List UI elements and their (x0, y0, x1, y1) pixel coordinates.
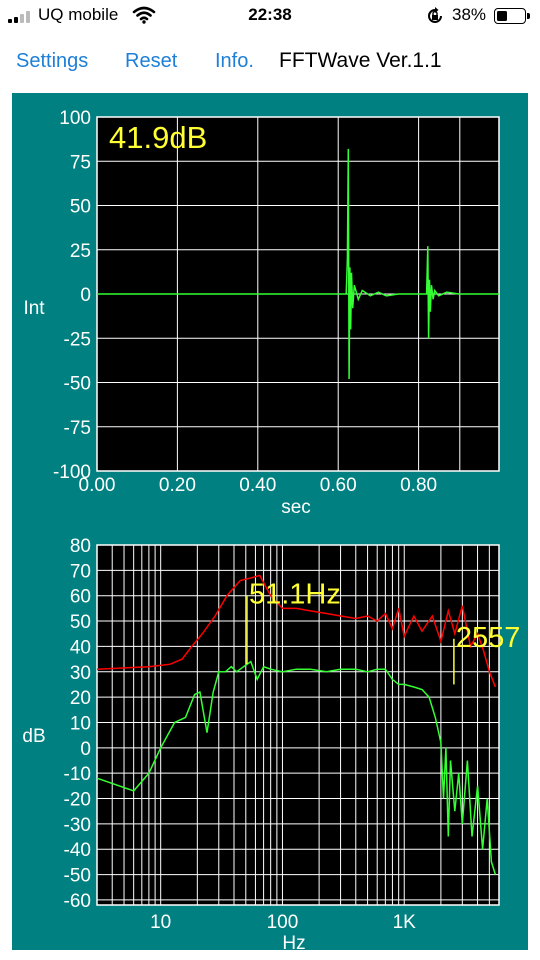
fft-y-tick-label: 60 (70, 587, 91, 608)
wave-x-tick-label: 0.60 (320, 475, 357, 496)
wave-y-tick-label: -50 (64, 374, 91, 395)
fft-y-tick-label: -60 (64, 891, 91, 912)
fft-x-axis-label: Hz (282, 933, 305, 950)
status-bar: UQ mobile 22:38 38% (0, 0, 540, 32)
fft-x-tick-label: 10 (150, 912, 171, 933)
fft-x-tick-label: 100 (267, 912, 299, 933)
fft-y-tick-label: -10 (64, 764, 91, 785)
fft-y-tick-label: -30 (64, 815, 91, 836)
fft-y-tick-label: -50 (64, 866, 91, 887)
fft-y-tick-label: 10 (70, 713, 91, 734)
spectrum-chart: 80706050403020100-10-20-30-40-50-6010 100… (22, 536, 521, 950)
fft-y-tick-label: 80 (70, 536, 91, 557)
settings-button[interactable]: Settings (16, 50, 88, 73)
reset-button[interactable]: Reset (125, 50, 177, 73)
fft-y-tick-label: 20 (70, 688, 91, 709)
rotation-lock-icon (428, 7, 442, 23)
battery-icon (494, 8, 530, 24)
wave-x-tick-label: 0.20 (159, 475, 196, 496)
fft-y-tick-label: 40 (70, 637, 91, 658)
fft-x-tick-label: 1K (393, 912, 417, 933)
fft-y-tick-label: 50 (70, 612, 91, 633)
wave-x-tick-label: 0.80 (400, 475, 437, 496)
fft-y-tick-label: 70 (70, 561, 91, 582)
wave-y-tick-label: 0 (80, 285, 91, 306)
battery-percent: 38% (452, 5, 487, 24)
wave-x-tick-label: 0.40 (239, 475, 276, 496)
wave-y-tick-label: 75 (70, 152, 91, 173)
wave-y-tick-label: -25 (64, 329, 91, 350)
fft-y-tick-label: 30 (70, 663, 91, 684)
wave-x-axis-label: sec (281, 497, 311, 518)
fft-y-tick-label: -20 (64, 790, 91, 811)
fft-y-tick-label: -40 (64, 840, 91, 861)
fft-y-tick-label: 0 (80, 739, 91, 760)
peak-frequency-label: 51.1Hz (249, 579, 341, 611)
waveform-chart: 1007550250-25-50-75-1000.00 0.20 0.40 0.60 0… (23, 108, 500, 518)
fft-y-axis-label: dB (22, 726, 45, 747)
navigation-bar: Settings Reset Info. FFTWave Ver.1.1 (0, 36, 540, 86)
wave-y-tick-label: -75 (64, 418, 91, 439)
wave-x-tick-label: 0.00 (79, 475, 116, 496)
wave-y-tick-label: 25 (70, 241, 91, 262)
plot-panel: 100 75 50 25 0 -25 -50 -75 -10 0 0.00 0.20 0.40 0.60 0… (12, 93, 528, 950)
peak-frequency-label: 2557 (456, 622, 521, 654)
app-title: FFTWave Ver.1.1 (279, 49, 442, 72)
wave-y-tick-label: 50 (70, 197, 91, 218)
wave-y-tick-label: 100 (59, 108, 91, 129)
info-button[interactable]: Info. (215, 50, 254, 73)
level-readout: 41.9dB (109, 120, 207, 155)
wave-y-axis-label: Int (23, 298, 45, 319)
